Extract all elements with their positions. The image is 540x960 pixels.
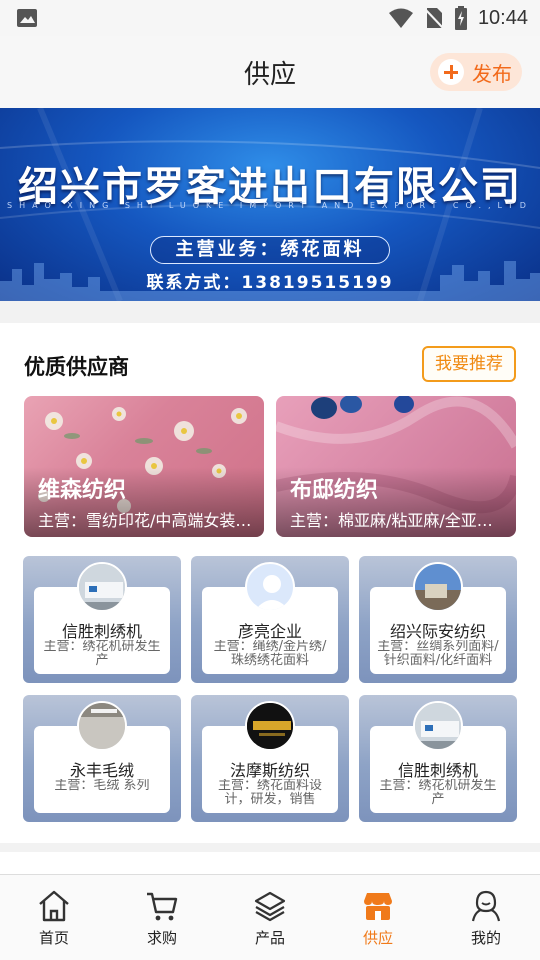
supplier-desc: 主营：绣花面料设计，研发，销售 xyxy=(217,779,322,807)
publish-label: 发布 xyxy=(472,61,512,86)
supplier-name: 绍兴际安纺织 xyxy=(389,622,486,641)
cart-icon xyxy=(147,892,178,921)
supplier-desc: 主营：绳绣/金片绣/珠绣绣花面料 xyxy=(213,640,327,668)
wifi-icon xyxy=(388,8,413,28)
supplier-desc: 主营：绣花机研发生产 xyxy=(379,779,497,807)
supplier-avatar xyxy=(77,701,127,751)
shop-icon xyxy=(364,893,392,920)
app-header: 供应 发布 xyxy=(0,36,540,108)
promo-banner[interactable]: 绍兴市罗客进出口有限公司 SHAO XING SHI LUOKE IMPORT … xyxy=(0,108,540,301)
supplier-avatar xyxy=(413,562,463,612)
tab-label: 首页 xyxy=(38,929,69,947)
plus-icon xyxy=(438,59,464,85)
featured-desc: 主营：雪纺印花/中高端女装面料 xyxy=(38,511,254,530)
supplier-card[interactable]: 永丰毛绒 主营：毛绒 系列 xyxy=(23,695,181,822)
supplier-name: 永丰毛绒 xyxy=(69,761,134,780)
home-icon xyxy=(39,890,69,922)
featured-name: 维森纺织 xyxy=(38,478,127,503)
supplier-card[interactable]: 信胜刺绣机 主营：绣花机研发生产 xyxy=(359,695,517,822)
banner-company-english: SHAO XING SHI LUOKE IMPORT AND EXPORT CO… xyxy=(7,201,533,210)
tab-mine[interactable]: 我的 xyxy=(432,875,540,960)
suppliers-section: 优质供应商 我要推荐 维森纺织 主营：雪纺印花/中高端女装面料 布邸纺织 主营：… xyxy=(0,323,540,843)
battery-charging-icon xyxy=(454,6,467,30)
status-bar: 10:44 xyxy=(0,0,540,36)
supplier-name: 法摩斯纺织 xyxy=(229,761,310,780)
tab-products[interactable]: 产品 xyxy=(216,875,324,960)
next-section-edge xyxy=(0,852,540,874)
featured-supplier-card[interactable]: 维森纺织 主营：雪纺印花/中高端女装面料 xyxy=(24,396,264,537)
supplier-name: 信胜刺绣机 xyxy=(61,622,142,641)
tab-home[interactable]: 首页 xyxy=(0,875,108,960)
user-icon xyxy=(471,890,501,922)
supplier-desc: 主营：毛绒 系列 xyxy=(54,779,150,793)
tab-supply[interactable]: 供应 xyxy=(324,875,432,960)
section-title: 优质供应商 xyxy=(24,355,129,379)
tab-label: 我的 xyxy=(470,929,501,947)
supplier-desc: 主营：绣花机研发生产 xyxy=(43,640,161,668)
supplier-avatar xyxy=(77,562,127,612)
recommend-button[interactable]: 我要推荐 xyxy=(422,346,516,382)
famous-logo-avatar xyxy=(245,701,295,751)
supplier-desc: 主营：丝绸系列面料/针织面料/化纤面料 xyxy=(377,640,499,668)
supplier-name: 彦亮企业 xyxy=(237,622,302,641)
supplier-avatar xyxy=(413,701,463,751)
supplier-grid: 信胜刺绣机 主营：绣花机研发生产 彦亮企业 主营：绳绣/金片绣/珠绣绣花面料 绍… xyxy=(23,556,517,822)
supplier-name: 信胜刺绣机 xyxy=(397,761,478,780)
publish-button[interactable]: 发布 xyxy=(430,53,522,91)
supplier-card[interactable]: 法摩斯纺织 主营：绣花面料设计，研发，销售 xyxy=(191,695,349,822)
image-notification-icon xyxy=(17,9,37,27)
featured-desc: 主营：棉亚麻/粘亚麻/全亚麻面料 xyxy=(290,511,506,530)
no-sim-icon xyxy=(424,8,444,29)
tab-label: 产品 xyxy=(254,929,285,947)
supplier-card[interactable]: 信胜刺绣机 主营：绣花机研发生产 xyxy=(23,556,181,683)
bottom-tab-bar: 首页 求购 产品 供应 我的 xyxy=(0,874,540,960)
supplier-card[interactable]: 彦亮企业 主营：绳绣/金片绣/珠绣绣花面料 xyxy=(191,556,349,683)
tab-label: 供应 xyxy=(362,929,393,947)
clock: 10:44 xyxy=(477,6,528,29)
featured-supplier-card[interactable]: 布邸纺织 主营：棉亚麻/粘亚麻/全亚麻面料 xyxy=(276,396,516,537)
layers-icon xyxy=(254,891,286,922)
banner-skyline xyxy=(0,261,540,301)
default-user-avatar xyxy=(245,562,295,612)
supplier-card[interactable]: 绍兴际安纺织 主营：丝绸系列面料/针织面料/化纤面料 xyxy=(359,556,517,683)
tab-purchase[interactable]: 求购 xyxy=(108,875,216,960)
tab-label: 求购 xyxy=(146,929,177,947)
featured-name: 布邸纺织 xyxy=(290,478,379,503)
